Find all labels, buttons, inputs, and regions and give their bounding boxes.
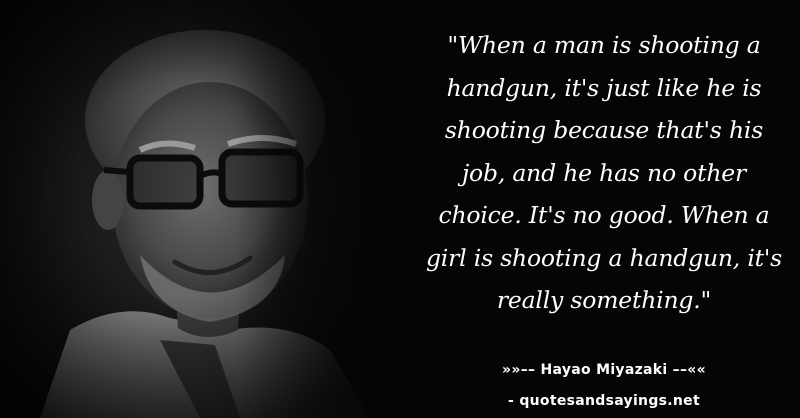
source-site: - quotesandsayings.net [508,393,700,409]
author-portrait [0,0,430,418]
quote-text: "When a man is shooting a handgun, it's … [425,31,783,314]
author-name: »»–– Hayao Miyazaki ––«« [502,362,706,378]
quote-card: "When a man is shooting a handgun, it's … [0,0,800,418]
